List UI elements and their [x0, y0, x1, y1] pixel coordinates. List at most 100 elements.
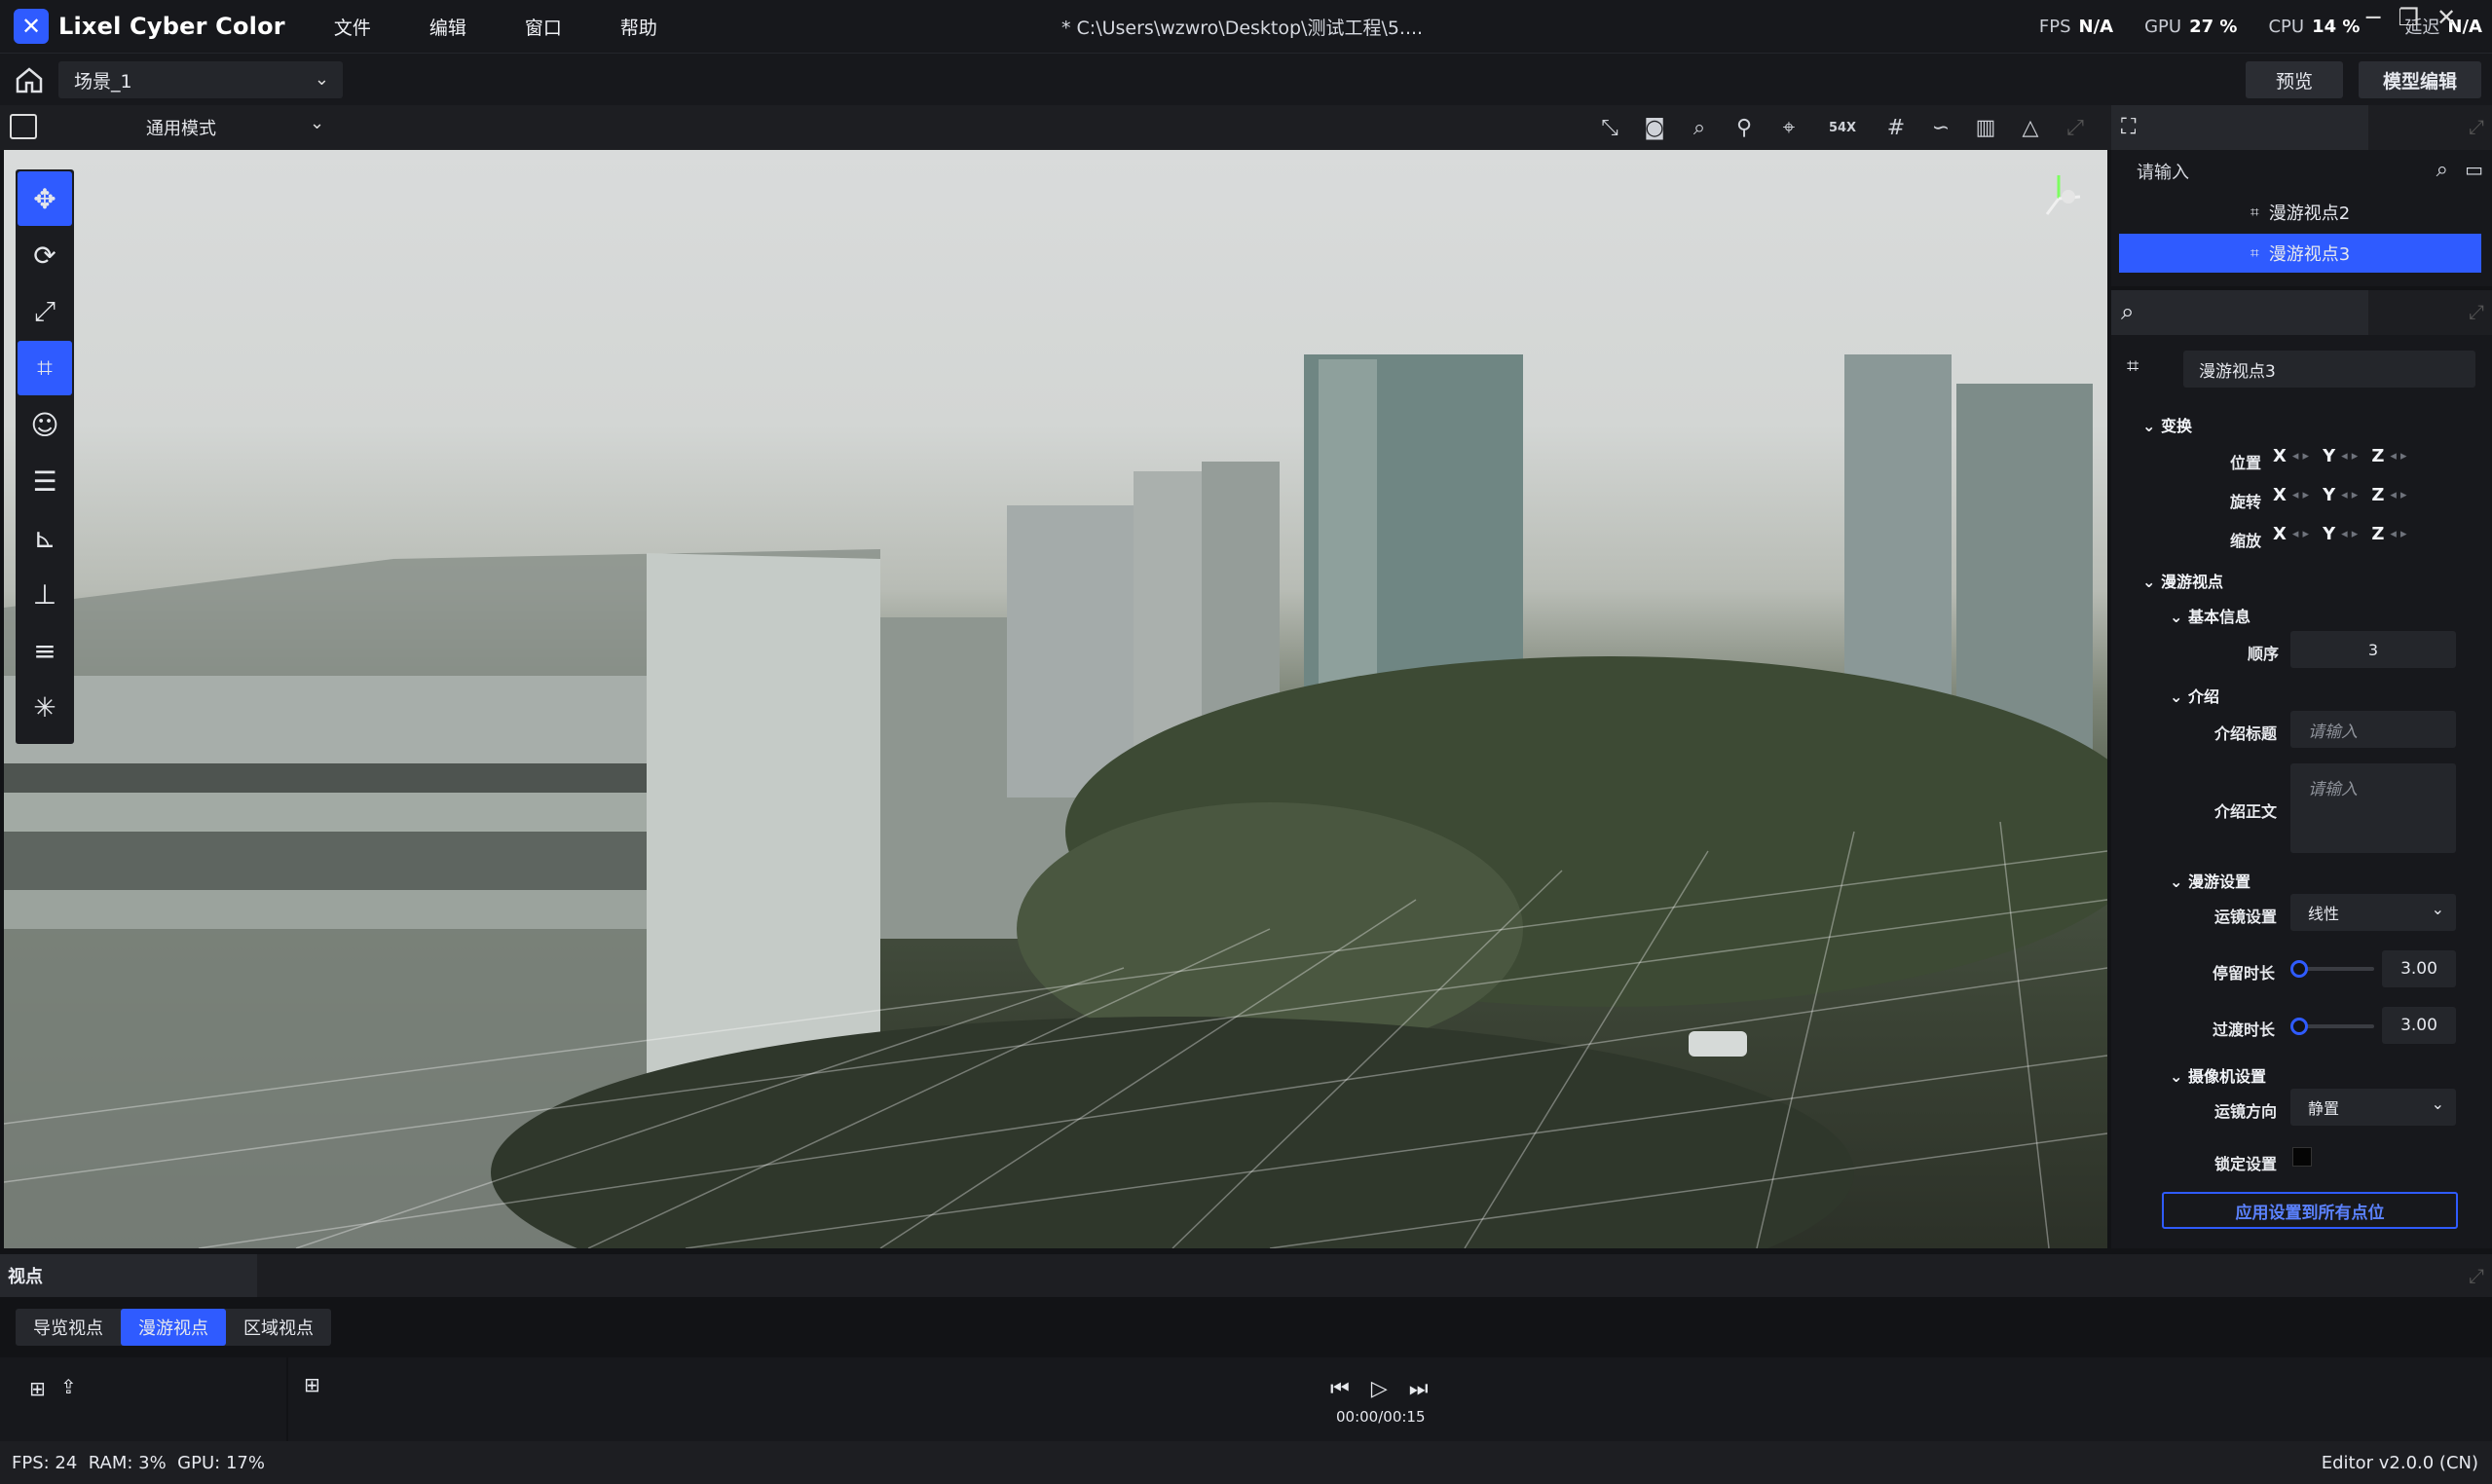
- export-icon[interactable]: ⇪: [60, 1375, 77, 1398]
- play-icon[interactable]: ▷: [1371, 1377, 1388, 1401]
- intro-body-textarea[interactable]: 请输入: [2290, 763, 2456, 853]
- section-transform[interactable]: ⌄ 变换: [2142, 413, 2192, 436]
- viewport-icon[interactable]: [10, 114, 37, 139]
- stay-slider[interactable]: [2290, 960, 2374, 978]
- rotation-fields[interactable]: X ◂ ▸ Y ◂ ▸ Z ◂ ▸: [2273, 485, 2407, 505]
- expand-icon[interactable]: ⤢: [2469, 115, 2484, 138]
- hierarchy-tool-icon[interactable]: ⊥: [18, 567, 72, 621]
- time-readout: 00:00/00:15: [1336, 1408, 1426, 1426]
- viewpoint-panel-title[interactable]: 视点: [0, 1254, 257, 1297]
- section-camera[interactable]: ⌄ 摄像机设置: [2170, 1063, 2266, 1087]
- mode-select[interactable]: 通用模式: [146, 115, 216, 140]
- position-fields[interactable]: X ◂ ▸ Y ◂ ▸ Z ◂ ▸: [2273, 446, 2407, 466]
- stepper-icon[interactable]: ◂ ▸: [2390, 527, 2406, 541]
- cpu-value: 14 %: [2312, 16, 2361, 37]
- nodes-icon[interactable]: △: [2016, 113, 2045, 142]
- viewpoint-tool-icon[interactable]: ⌗: [18, 341, 72, 395]
- search-icon[interactable]: ⌕: [2436, 158, 2448, 182]
- expand-icon[interactable]: ⤢: [2469, 1264, 2484, 1287]
- section-roam-settings[interactable]: ⌄ 漫游设置: [2170, 869, 2250, 892]
- location-pin-icon[interactable]: ⌖: [1774, 113, 1804, 142]
- apply-all-button[interactable]: 应用设置到所有点位: [2162, 1192, 2458, 1229]
- measure-icon[interactable]: ⤡: [1595, 113, 1624, 142]
- model-edit-button[interactable]: 模型编辑: [2359, 61, 2481, 98]
- tab-roam-viewpoints[interactable]: 漫游视点: [121, 1309, 226, 1346]
- stepper-icon[interactable]: ◂ ▸: [2341, 527, 2358, 541]
- skip-back-icon[interactable]: ⏮: [1330, 1377, 1350, 1401]
- stepper-icon[interactable]: ◂ ▸: [2341, 449, 2358, 464]
- transit-slider-thumb[interactable]: [2290, 1018, 2308, 1035]
- tree-item-selected[interactable]: ⌗ 漫游视点3: [2119, 234, 2481, 273]
- search-view-icon[interactable]: ⌕: [1685, 113, 1714, 142]
- section-intro[interactable]: ⌄ 介绍: [2170, 684, 2219, 707]
- add-keyframe-icon[interactable]: ⊞: [304, 1373, 320, 1396]
- stepper-icon[interactable]: ◂ ▸: [2390, 488, 2406, 502]
- add-icon[interactable]: ⊞: [29, 1377, 46, 1400]
- menu-window[interactable]: 窗口: [525, 14, 562, 40]
- outliner-tab[interactable]: ⛶: [2111, 105, 2368, 150]
- list-tool-icon[interactable]: ≡: [18, 623, 72, 678]
- tab-guide-viewpoints[interactable]: 导览视点: [16, 1309, 121, 1346]
- chevron-down-icon[interactable]: ⌄: [310, 113, 324, 133]
- notes-tool-icon[interactable]: ☰: [18, 454, 72, 508]
- scale-fields[interactable]: X ◂ ▸ Y ◂ ▸ Z ◂ ▸: [2273, 524, 2407, 544]
- stepper-icon[interactable]: ◂ ▸: [2292, 527, 2309, 541]
- stepper-icon[interactable]: ◂ ▸: [2341, 488, 2358, 502]
- folder-icon[interactable]: ▭: [2465, 158, 2483, 181]
- transit-slider[interactable]: [2290, 1018, 2374, 1035]
- skip-forward-icon[interactable]: ⏭: [1409, 1377, 1429, 1401]
- menu-edit[interactable]: 编辑: [429, 14, 466, 40]
- ruler-tool-icon[interactable]: ⊾: [18, 510, 72, 565]
- order-field[interactable]: 3: [2290, 631, 2456, 668]
- tab-area-viewpoints[interactable]: 区域视点: [226, 1309, 331, 1346]
- lock-checkbox[interactable]: [2292, 1147, 2312, 1167]
- robot-tool-icon[interactable]: ☺: [18, 397, 72, 452]
- speed-icon[interactable]: 54X: [1819, 113, 1866, 142]
- bike-icon[interactable]: ⚲: [1730, 113, 1759, 142]
- preview-button[interactable]: 预览: [2246, 61, 2343, 98]
- properties-header: ⌕ ⤢: [2111, 290, 2492, 335]
- stay-slider-thumb[interactable]: [2290, 960, 2308, 978]
- light-tool-icon[interactable]: ✳: [18, 680, 72, 734]
- expand-icon[interactable]: ⤢: [2061, 113, 2090, 142]
- home-icon[interactable]: [14, 65, 45, 94]
- intro-title-input[interactable]: 请输入: [2290, 711, 2456, 748]
- minimize-icon[interactable]: ─: [2366, 4, 2380, 31]
- properties-tab[interactable]: ⌕: [2111, 290, 2368, 335]
- stepper-icon[interactable]: ◂ ▸: [2390, 449, 2406, 464]
- 3d-viewport[interactable]: ✥ ⟳ ⤢ ⌗ ☺ ☰ ⊾ ⊥ ≡ ✳: [4, 150, 2107, 1248]
- axis-gizmo-icon[interactable]: [2029, 169, 2088, 228]
- scale-tool-icon[interactable]: ⤢: [18, 284, 72, 339]
- transit-value[interactable]: 3.00: [2382, 1007, 2456, 1044]
- expand-icon[interactable]: ⤢: [2469, 300, 2484, 323]
- app-logo: ✕ Lixel Cyber Color: [14, 9, 285, 44]
- name-field[interactable]: 漫游视点3: [2183, 351, 2475, 388]
- divider: [286, 1357, 288, 1441]
- direction-select[interactable]: 静置 ⌄: [2290, 1089, 2456, 1126]
- path-icon[interactable]: ∽: [1926, 113, 1955, 142]
- tree-item[interactable]: ⌗ 漫游视点2: [2119, 193, 2481, 232]
- tree-icon: ⛶: [2121, 115, 2137, 139]
- menu-file[interactable]: 文件: [334, 14, 371, 40]
- stay-value[interactable]: 3.00: [2382, 950, 2456, 987]
- chart-icon[interactable]: ▥: [1971, 113, 2000, 142]
- maximize-icon[interactable]: ❐: [2398, 4, 2419, 31]
- scene-select[interactable]: 场景_1 ⌄: [58, 61, 343, 98]
- outliner-search[interactable]: 请输入 ⌕ ▭: [2119, 154, 2489, 189]
- camera-icon[interactable]: ◙: [1640, 113, 1669, 142]
- rotate-tool-icon[interactable]: ⟳: [18, 228, 72, 282]
- grid-icon[interactable]: #: [1881, 113, 1911, 142]
- menu-help[interactable]: 帮助: [620, 14, 657, 40]
- file-path: * C:\Users\wzwro\Desktop\测试工程\5....: [1061, 18, 1424, 39]
- section-basic[interactable]: ⌄ 基本信息: [2170, 604, 2250, 627]
- motion-select[interactable]: 线性 ⌄: [2290, 894, 2456, 931]
- section-roam[interactable]: ⌄ 漫游视点: [2142, 569, 2223, 592]
- search-icon: ⌕: [2121, 298, 2135, 325]
- fps-label: FPS: [2038, 16, 2071, 37]
- move-tool-icon[interactable]: ✥: [18, 171, 72, 226]
- logo-icon: ✕: [14, 9, 49, 44]
- stepper-icon[interactable]: ◂ ▸: [2292, 449, 2309, 464]
- stepper-icon[interactable]: ◂ ▸: [2292, 488, 2309, 502]
- close-icon[interactable]: ✕: [2436, 4, 2456, 31]
- status-bar: FPS: 24 RAM: 3% GPU: 17% Editor v2.0.0 (…: [0, 1441, 2492, 1484]
